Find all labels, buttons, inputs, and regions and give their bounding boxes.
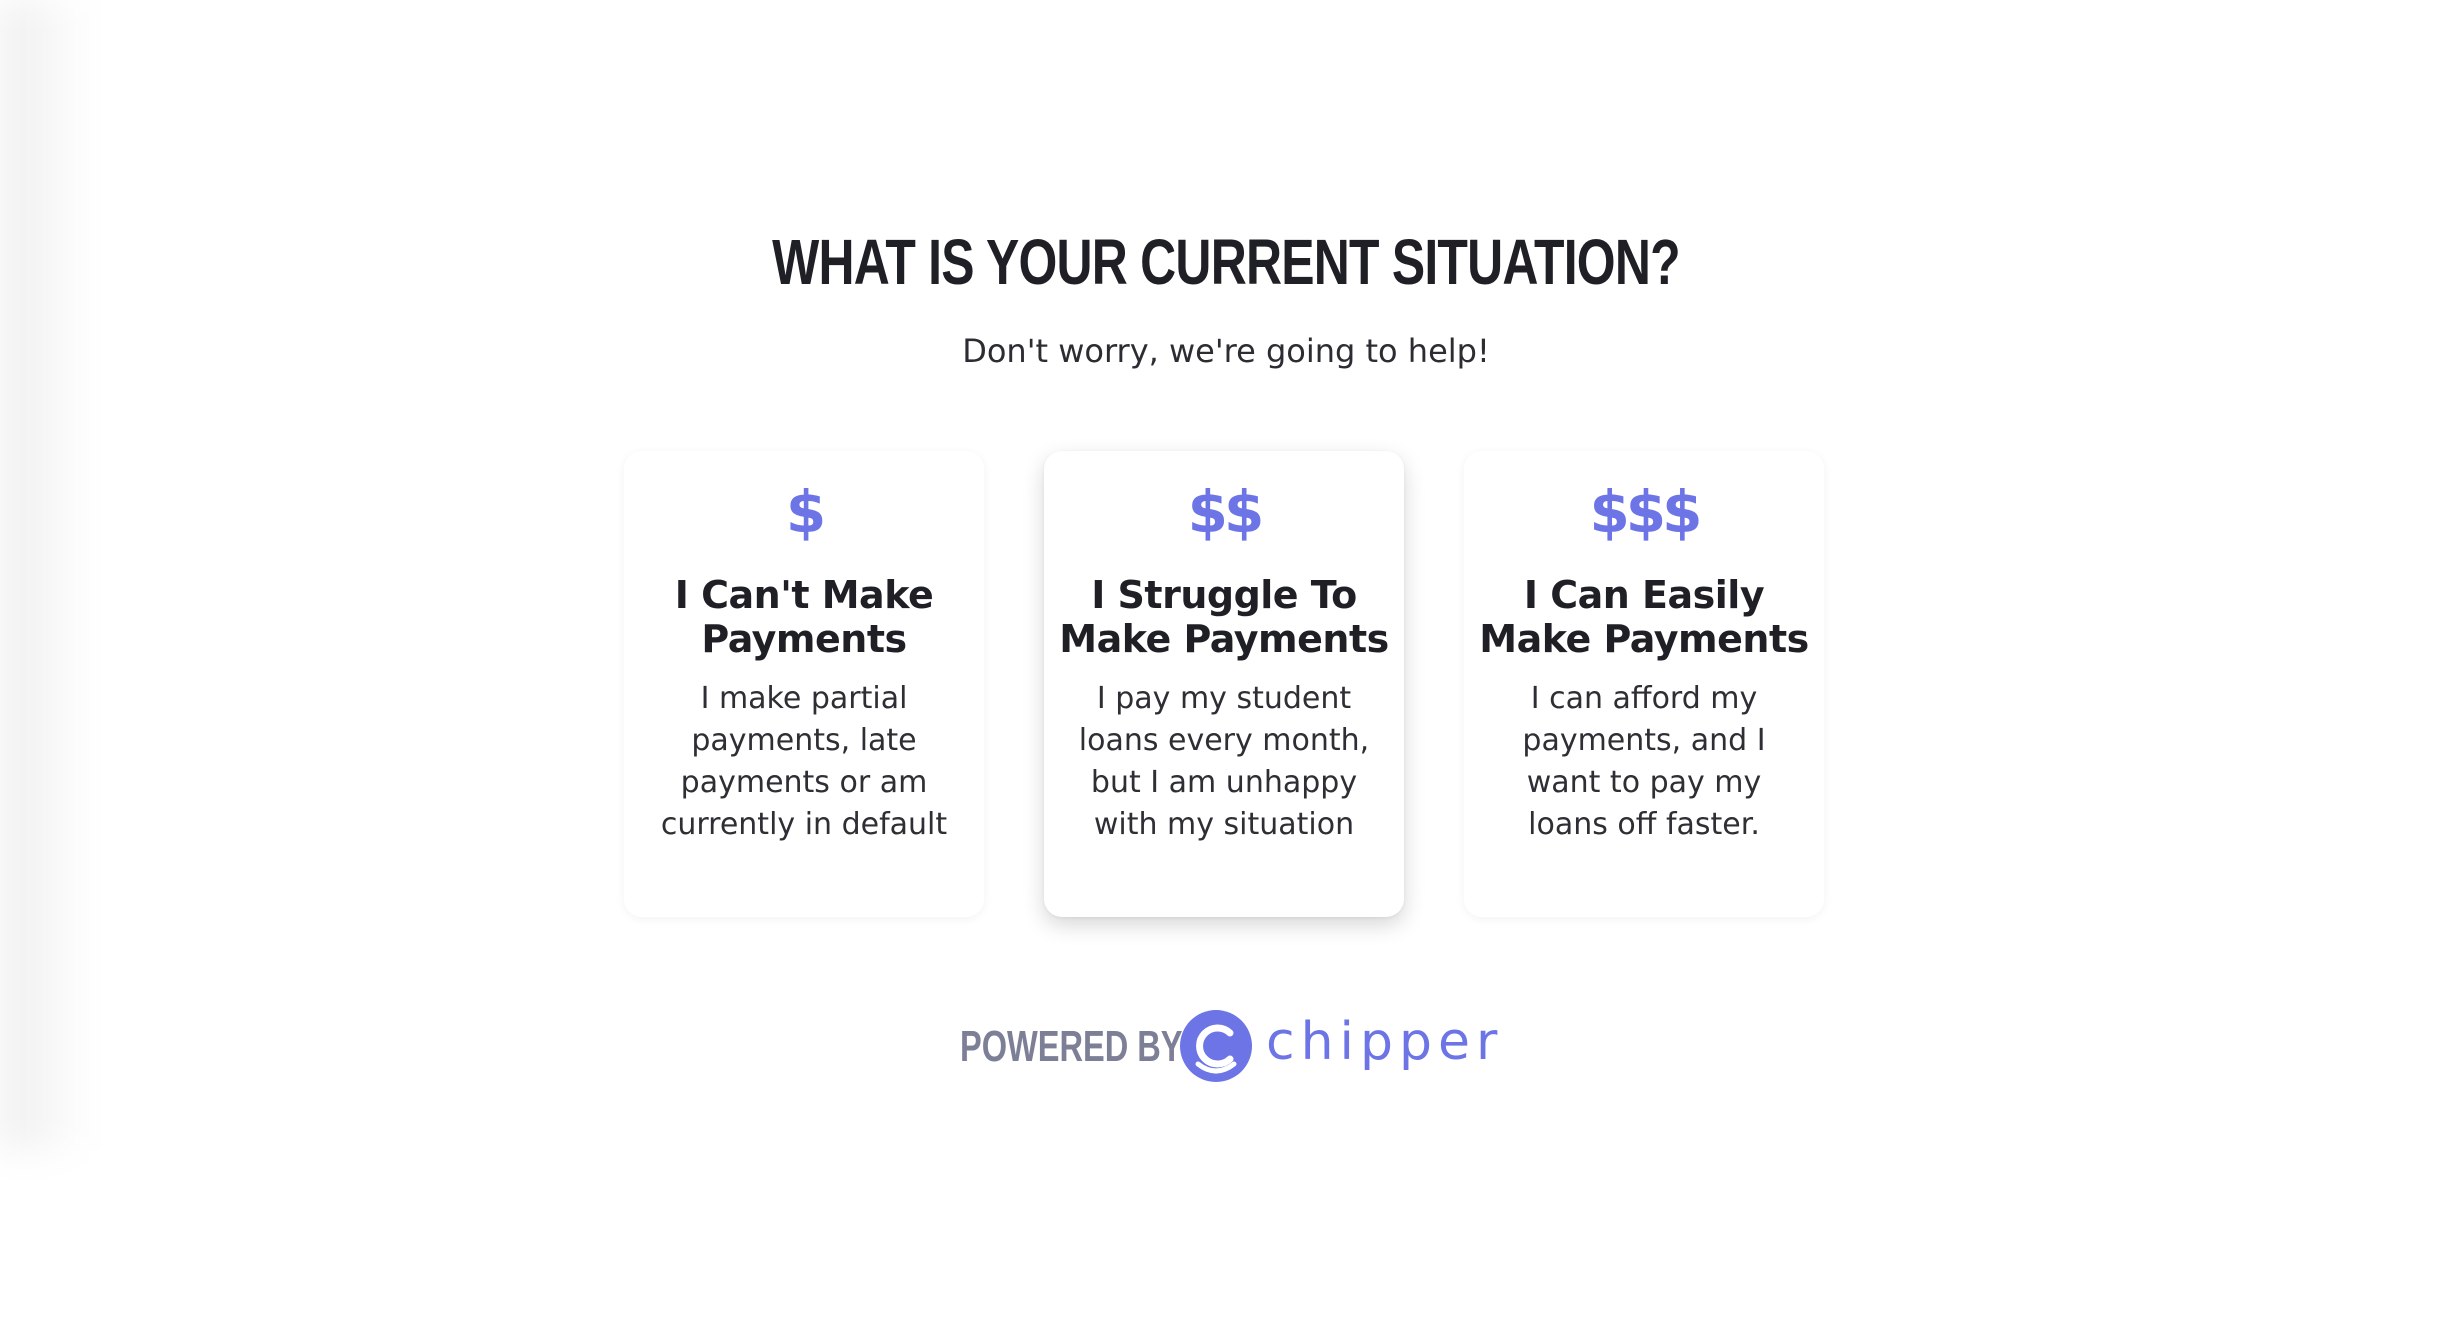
option-card-easily-make-payments[interactable]: $$$ I Can Easily Make Payments I can aff… [1464, 451, 1824, 917]
dollar-3-icon: $$$ [1589, 478, 1702, 546]
option-title-line1: I Can Easily [1523, 573, 1765, 617]
option-title-line2: Make Payments [1059, 617, 1389, 661]
chipper-logo-icon[interactable] [1176, 1006, 1256, 1086]
powered-by-label: POWERED BY [960, 1022, 1183, 1071]
option-description: I pay my student loans every month, but … [1078, 681, 1370, 842]
page-title: WHAT IS YOUR CURRENT SITUATION? [772, 226, 1680, 298]
option-description: I can afford my payments, and I want to … [1522, 681, 1766, 842]
dollar-1-icon: $ [785, 478, 826, 546]
dollar-2-icon: $$ [1187, 478, 1265, 546]
option-title: I Struggle To Make Payments [1054, 573, 1394, 661]
option-title: I Can't Make Payments [634, 573, 974, 661]
page-subtitle: Don't worry, we're going to help! [962, 332, 1490, 370]
option-card-struggle-to-make-payments[interactable]: $$ I Struggle To Make Payments I pay my … [1044, 451, 1404, 917]
option-title-line1: I Can't Make [674, 573, 934, 617]
powered-by-footer: POWERED BY chipper [960, 1006, 1520, 1086]
option-title-line1: I Struggle To [1091, 573, 1357, 617]
option-card-cant-make-payments[interactable]: $ I Can't Make Payments I make partial p… [624, 451, 984, 917]
chipper-brand-name[interactable]: chipper [1266, 1012, 1503, 1072]
option-title-line2: Payments [701, 617, 907, 661]
situation-page: WHAT IS YOUR CURRENT SITUATION? Don't wo… [0, 0, 2452, 1332]
option-title-line2: Make Payments [1479, 617, 1809, 661]
option-title: I Can Easily Make Payments [1474, 573, 1814, 661]
option-description: I make partial payments, late payments o… [660, 681, 948, 842]
